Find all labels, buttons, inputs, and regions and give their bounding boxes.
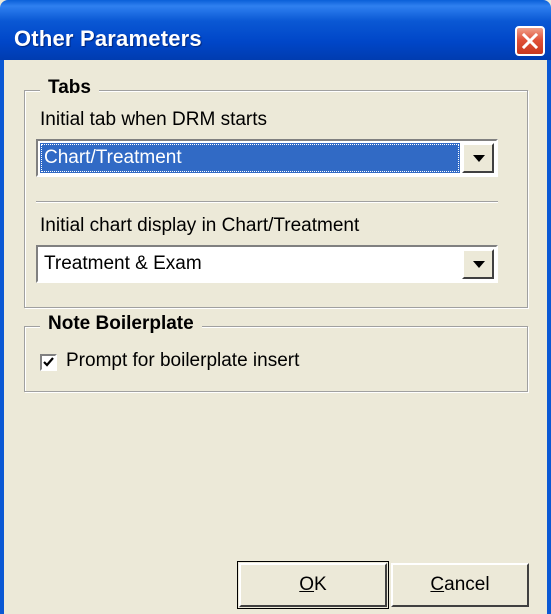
close-icon — [521, 32, 539, 50]
window-frame-left — [0, 60, 4, 614]
title-bar[interactable]: Other Parameters — [0, 0, 551, 60]
chevron-down-icon — [473, 261, 485, 268]
checkmark-icon — [43, 357, 54, 367]
cancel-mnemonic: C — [430, 574, 445, 595]
prompt-boilerplate-checkbox[interactable] — [40, 354, 57, 371]
dialog-window: Other Parameters Tabs Initial tab when D… — [0, 0, 551, 614]
ok-label-rest: K — [314, 574, 327, 595]
dialog-body: Tabs Initial tab when DRM starts Chart/T… — [0, 60, 551, 614]
prompt-boilerplate-label[interactable]: Prompt for boilerplate insert — [66, 350, 299, 372]
cancel-button[interactable]: Cancel — [391, 563, 529, 607]
initial-chart-dropdown[interactable]: Treatment & Exam — [36, 245, 498, 283]
ok-mnemonic: O — [299, 574, 315, 595]
tabs-separator — [36, 201, 498, 203]
chevron-down-icon — [473, 155, 485, 162]
ok-button[interactable]: OK — [239, 563, 387, 607]
initial-chart-label: Initial chart display in Chart/Treatment — [40, 215, 360, 236]
cancel-label-rest: ancel — [444, 574, 490, 595]
initial-tab-value: Chart/Treatment — [40, 143, 460, 173]
initial-tab-label: Initial tab when DRM starts — [40, 109, 268, 130]
initial-chart-dropdown-button[interactable] — [462, 249, 494, 279]
tabs-group-legend: Tabs — [40, 77, 99, 99]
initial-tab-dropdown[interactable]: Chart/Treatment — [36, 139, 498, 177]
initial-chart-value: Treatment & Exam — [44, 253, 202, 274]
boilerplate-group-legend: Note Boilerplate — [40, 313, 202, 335]
window-frame-right — [547, 60, 551, 614]
initial-tab-dropdown-button[interactable] — [462, 143, 494, 173]
close-button[interactable] — [515, 26, 545, 56]
window-title: Other Parameters — [14, 26, 202, 51]
